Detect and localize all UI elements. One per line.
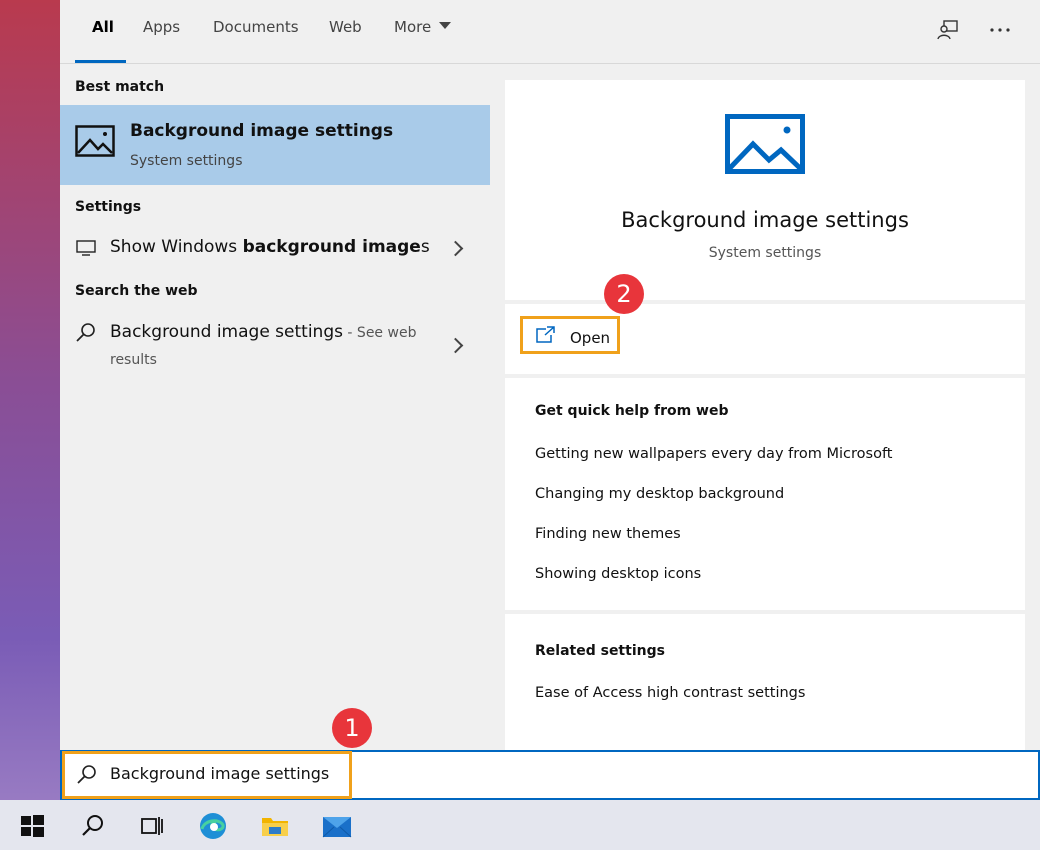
related-settings-card: Related settings Ease of Access high con… [505,614,1025,750]
settings-result-suffix: s [420,237,430,257]
chevron-right-icon [447,337,464,354]
related-settings-heading: Related settings [535,643,665,659]
related-settings-link[interactable]: Ease of Access high contrast settings [535,685,805,701]
file-explorer-icon[interactable] [259,810,291,842]
preview-title: Background image settings [621,208,909,232]
web-result-line2: results [110,352,157,368]
settings-result[interactable]: Show Windows background images [60,225,490,269]
results-list: Best match Background image settings Sys… [60,65,490,750]
tab-more[interactable]: More [394,18,452,36]
web-result-title: Background image settings [110,322,343,342]
edge-icon[interactable] [197,810,229,842]
preview-hero-card: Background image settings System setting… [505,80,1025,300]
tab-documents[interactable]: Documents [213,18,299,36]
quick-help-link[interactable]: Changing my desktop background [535,486,784,502]
search-web-heading: Search the web [75,283,198,299]
search-icon [76,323,95,342]
settings-result-label: Show Windows background images [110,237,430,257]
settings-result-bold: background image [242,237,421,257]
search-icon [77,765,96,784]
chevron-down-icon [439,22,452,29]
open-external-icon [536,326,555,343]
best-match-title: Background image settings [130,121,394,141]
tab-bar: All Apps Documents Web More [60,0,1040,64]
search-panel: All Apps Documents Web More Best match B… [60,0,1040,750]
annotation-badge-1: 1 [332,708,372,748]
preview-subtitle: System settings [708,245,822,261]
settings-heading: Settings [75,199,142,215]
feedback-icon[interactable] [936,18,960,42]
best-match-subtitle: System settings [130,153,243,169]
web-result-title-line: Background image settings - See web [110,322,416,342]
search-box[interactable] [60,750,1040,800]
quick-help-link[interactable]: Showing desktop icons [535,566,701,582]
image-icon [75,125,115,157]
quick-help-heading: Get quick help from web [535,403,729,419]
tab-more-label: More [394,18,432,36]
tab-all[interactable]: All [92,18,114,36]
image-icon [725,114,805,174]
tab-web[interactable]: Web [329,18,362,36]
open-button[interactable]: Open [520,316,620,354]
search-input[interactable] [110,764,710,783]
best-match-heading: Best match [75,79,165,95]
web-result-suffix: - See web [342,325,417,341]
best-match-result[interactable]: Background image settings System setting… [60,105,490,185]
search-icon[interactable] [76,810,108,842]
more-options-icon[interactable] [988,22,1012,38]
chevron-right-icon [447,240,464,257]
task-view-icon[interactable] [136,810,168,842]
active-tab-indicator [75,60,126,63]
annotation-badge-2: 2 [604,274,644,314]
tab-apps[interactable]: Apps [143,18,180,36]
open-button-label: Open [570,329,611,347]
windows-start-icon[interactable] [16,810,48,842]
quick-help-link[interactable]: Getting new wallpapers every day from Mi… [535,446,892,462]
taskbar [0,800,1040,850]
quick-help-card: Get quick help from web Getting new wall… [505,378,1025,610]
mail-icon[interactable] [321,810,353,842]
web-result[interactable]: Background image settings - See web resu… [60,310,490,380]
quick-help-link[interactable]: Finding new themes [535,526,681,542]
settings-result-prefix: Show Windows [110,237,243,257]
monitor-icon [76,240,96,256]
